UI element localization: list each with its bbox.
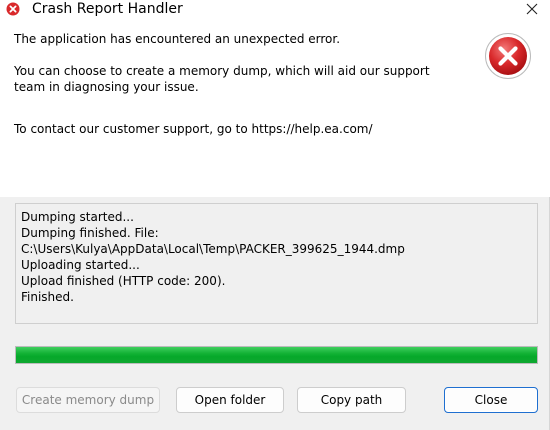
support-contact-text: To contact our customer support, go to h… [14, 122, 373, 136]
log-line: Finished. [21, 290, 74, 304]
dump-description-line-2: team in diagnosing your issue. [14, 80, 199, 94]
crash-report-window: Crash Report Handler The application has… [0, 0, 550, 430]
upload-progress-bar [15, 346, 538, 364]
error-message: The application has encountered an unexp… [14, 32, 341, 46]
log-line: C:\Users\Kulya\AppData\Local\Temp\PACKER… [21, 242, 405, 256]
dump-description-line-1: You can choose to create a memory dump, … [14, 64, 430, 78]
log-output[interactable]: Dumping started... Dumping finished. Fil… [15, 203, 538, 324]
copy-path-button[interactable]: Copy path [297, 387, 406, 413]
close-icon [526, 3, 538, 15]
log-line: Upload finished (HTTP code: 200). [21, 274, 226, 288]
log-line: Uploading started... [21, 258, 140, 272]
error-icon [6, 2, 20, 16]
log-line: Dumping finished. File: [21, 226, 159, 240]
close-button[interactable]: Close [444, 387, 538, 413]
close-window-button[interactable] [516, 0, 548, 18]
window-title: Crash Report Handler [32, 1, 183, 17]
open-folder-button[interactable]: Open folder [176, 387, 284, 413]
error-icon [485, 33, 531, 79]
log-line: Dumping started... [21, 210, 134, 224]
create-memory-dump-button[interactable]: Create memory dump [16, 387, 160, 413]
title-bar: Crash Report Handler [0, 0, 550, 18]
progress-fill [16, 347, 537, 363]
